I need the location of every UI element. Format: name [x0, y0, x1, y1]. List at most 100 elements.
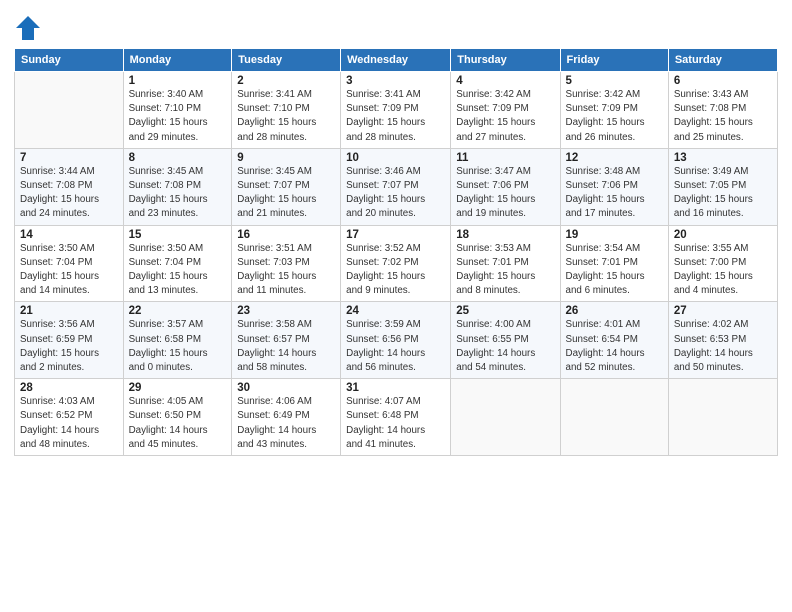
day-info: Sunrise: 4:06 AMSunset: 6:49 PMDaylight:… — [237, 395, 335, 452]
logo-icon — [14, 14, 42, 42]
calendar-day-cell — [668, 379, 777, 456]
calendar-day-cell: 24Sunrise: 3:59 AMSunset: 6:56 PMDayligh… — [341, 302, 451, 379]
calendar-day-cell: 16Sunrise: 3:51 AMSunset: 7:03 PMDayligh… — [232, 225, 341, 302]
day-info: Sunrise: 3:44 AMSunset: 7:08 PMDaylight:… — [20, 165, 118, 222]
calendar-day-cell: 9Sunrise: 3:45 AMSunset: 7:07 PMDaylight… — [232, 148, 341, 225]
calendar-day-cell: 22Sunrise: 3:57 AMSunset: 6:58 PMDayligh… — [123, 302, 232, 379]
day-number: 4 — [456, 75, 554, 87]
calendar-day-cell: 11Sunrise: 3:47 AMSunset: 7:06 PMDayligh… — [451, 148, 560, 225]
calendar-day-cell: 12Sunrise: 3:48 AMSunset: 7:06 PMDayligh… — [560, 148, 668, 225]
day-info: Sunrise: 4:02 AMSunset: 6:53 PMDaylight:… — [674, 318, 772, 375]
calendar-day-cell: 13Sunrise: 3:49 AMSunset: 7:05 PMDayligh… — [668, 148, 777, 225]
calendar-day-cell: 31Sunrise: 4:07 AMSunset: 6:48 PMDayligh… — [341, 379, 451, 456]
calendar-day-cell — [15, 72, 124, 149]
day-info: Sunrise: 3:42 AMSunset: 7:09 PMDaylight:… — [456, 88, 554, 145]
day-number: 23 — [237, 305, 335, 317]
page-container: SundayMondayTuesdayWednesdayThursdayFrid… — [0, 0, 792, 464]
day-number: 1 — [129, 75, 227, 87]
calendar-day-cell: 14Sunrise: 3:50 AMSunset: 7:04 PMDayligh… — [15, 225, 124, 302]
calendar-day-cell: 19Sunrise: 3:54 AMSunset: 7:01 PMDayligh… — [560, 225, 668, 302]
day-info: Sunrise: 3:50 AMSunset: 7:04 PMDaylight:… — [129, 242, 227, 299]
day-info: Sunrise: 3:57 AMSunset: 6:58 PMDaylight:… — [129, 318, 227, 375]
calendar-day-cell: 28Sunrise: 4:03 AMSunset: 6:52 PMDayligh… — [15, 379, 124, 456]
day-number: 25 — [456, 305, 554, 317]
day-info: Sunrise: 3:59 AMSunset: 6:56 PMDaylight:… — [346, 318, 445, 375]
calendar-day-cell — [560, 379, 668, 456]
day-number: 11 — [456, 152, 554, 164]
day-number: 21 — [20, 305, 118, 317]
calendar-day-cell: 10Sunrise: 3:46 AMSunset: 7:07 PMDayligh… — [341, 148, 451, 225]
day-info: Sunrise: 3:47 AMSunset: 7:06 PMDaylight:… — [456, 165, 554, 222]
day-info: Sunrise: 4:03 AMSunset: 6:52 PMDaylight:… — [20, 395, 118, 452]
day-info: Sunrise: 3:58 AMSunset: 6:57 PMDaylight:… — [237, 318, 335, 375]
day-info: Sunrise: 3:41 AMSunset: 7:09 PMDaylight:… — [346, 88, 445, 145]
calendar-day-cell: 27Sunrise: 4:02 AMSunset: 6:53 PMDayligh… — [668, 302, 777, 379]
day-number: 6 — [674, 75, 772, 87]
day-info: Sunrise: 3:54 AMSunset: 7:01 PMDaylight:… — [566, 242, 663, 299]
day-info: Sunrise: 3:50 AMSunset: 7:04 PMDaylight:… — [20, 242, 118, 299]
calendar-day-cell: 18Sunrise: 3:53 AMSunset: 7:01 PMDayligh… — [451, 225, 560, 302]
day-info: Sunrise: 3:53 AMSunset: 7:01 PMDaylight:… — [456, 242, 554, 299]
day-number: 22 — [129, 305, 227, 317]
day-number: 27 — [674, 305, 772, 317]
calendar-week-row: 7Sunrise: 3:44 AMSunset: 7:08 PMDaylight… — [15, 148, 778, 225]
day-number: 28 — [20, 382, 118, 394]
day-number: 26 — [566, 305, 663, 317]
day-info: Sunrise: 3:52 AMSunset: 7:02 PMDaylight:… — [346, 242, 445, 299]
calendar-day-cell: 8Sunrise: 3:45 AMSunset: 7:08 PMDaylight… — [123, 148, 232, 225]
day-number: 10 — [346, 152, 445, 164]
day-info: Sunrise: 3:42 AMSunset: 7:09 PMDaylight:… — [566, 88, 663, 145]
day-info: Sunrise: 3:45 AMSunset: 7:08 PMDaylight:… — [129, 165, 227, 222]
calendar-day-cell: 26Sunrise: 4:01 AMSunset: 6:54 PMDayligh… — [560, 302, 668, 379]
calendar-day-cell: 17Sunrise: 3:52 AMSunset: 7:02 PMDayligh… — [341, 225, 451, 302]
day-of-week-header: Sunday — [15, 49, 124, 72]
calendar-day-cell: 3Sunrise: 3:41 AMSunset: 7:09 PMDaylight… — [341, 72, 451, 149]
day-info: Sunrise: 4:05 AMSunset: 6:50 PMDaylight:… — [129, 395, 227, 452]
calendar-table: SundayMondayTuesdayWednesdayThursdayFrid… — [14, 48, 778, 456]
calendar-day-cell: 7Sunrise: 3:44 AMSunset: 7:08 PMDaylight… — [15, 148, 124, 225]
day-number: 31 — [346, 382, 445, 394]
day-number: 3 — [346, 75, 445, 87]
calendar-week-row: 1Sunrise: 3:40 AMSunset: 7:10 PMDaylight… — [15, 72, 778, 149]
calendar-day-cell: 2Sunrise: 3:41 AMSunset: 7:10 PMDaylight… — [232, 72, 341, 149]
day-number: 5 — [566, 75, 663, 87]
day-number: 9 — [237, 152, 335, 164]
calendar-day-cell: 1Sunrise: 3:40 AMSunset: 7:10 PMDaylight… — [123, 72, 232, 149]
day-number: 20 — [674, 229, 772, 241]
day-info: Sunrise: 4:07 AMSunset: 6:48 PMDaylight:… — [346, 395, 445, 452]
day-info: Sunrise: 3:56 AMSunset: 6:59 PMDaylight:… — [20, 318, 118, 375]
day-of-week-header: Tuesday — [232, 49, 341, 72]
day-number: 30 — [237, 382, 335, 394]
day-info: Sunrise: 3:49 AMSunset: 7:05 PMDaylight:… — [674, 165, 772, 222]
day-number: 18 — [456, 229, 554, 241]
calendar-week-row: 21Sunrise: 3:56 AMSunset: 6:59 PMDayligh… — [15, 302, 778, 379]
calendar-day-cell: 4Sunrise: 3:42 AMSunset: 7:09 PMDaylight… — [451, 72, 560, 149]
day-info: Sunrise: 4:01 AMSunset: 6:54 PMDaylight:… — [566, 318, 663, 375]
day-of-week-header: Monday — [123, 49, 232, 72]
calendar-day-cell: 25Sunrise: 4:00 AMSunset: 6:55 PMDayligh… — [451, 302, 560, 379]
calendar-day-cell: 21Sunrise: 3:56 AMSunset: 6:59 PMDayligh… — [15, 302, 124, 379]
day-of-week-header: Saturday — [668, 49, 777, 72]
calendar-day-cell: 23Sunrise: 3:58 AMSunset: 6:57 PMDayligh… — [232, 302, 341, 379]
day-of-week-header: Wednesday — [341, 49, 451, 72]
day-info: Sunrise: 3:51 AMSunset: 7:03 PMDaylight:… — [237, 242, 335, 299]
day-number: 7 — [20, 152, 118, 164]
calendar-week-row: 28Sunrise: 4:03 AMSunset: 6:52 PMDayligh… — [15, 379, 778, 456]
header — [14, 10, 778, 42]
day-info: Sunrise: 3:45 AMSunset: 7:07 PMDaylight:… — [237, 165, 335, 222]
day-number: 19 — [566, 229, 663, 241]
day-of-week-header: Thursday — [451, 49, 560, 72]
calendar-header-row: SundayMondayTuesdayWednesdayThursdayFrid… — [15, 49, 778, 72]
day-number: 17 — [346, 229, 445, 241]
day-info: Sunrise: 3:41 AMSunset: 7:10 PMDaylight:… — [237, 88, 335, 145]
day-info: Sunrise: 4:00 AMSunset: 6:55 PMDaylight:… — [456, 318, 554, 375]
calendar-day-cell: 15Sunrise: 3:50 AMSunset: 7:04 PMDayligh… — [123, 225, 232, 302]
day-number: 15 — [129, 229, 227, 241]
day-info: Sunrise: 3:43 AMSunset: 7:08 PMDaylight:… — [674, 88, 772, 145]
day-number: 29 — [129, 382, 227, 394]
day-of-week-header: Friday — [560, 49, 668, 72]
calendar-day-cell: 30Sunrise: 4:06 AMSunset: 6:49 PMDayligh… — [232, 379, 341, 456]
calendar-day-cell: 5Sunrise: 3:42 AMSunset: 7:09 PMDaylight… — [560, 72, 668, 149]
day-number: 2 — [237, 75, 335, 87]
calendar-week-row: 14Sunrise: 3:50 AMSunset: 7:04 PMDayligh… — [15, 225, 778, 302]
